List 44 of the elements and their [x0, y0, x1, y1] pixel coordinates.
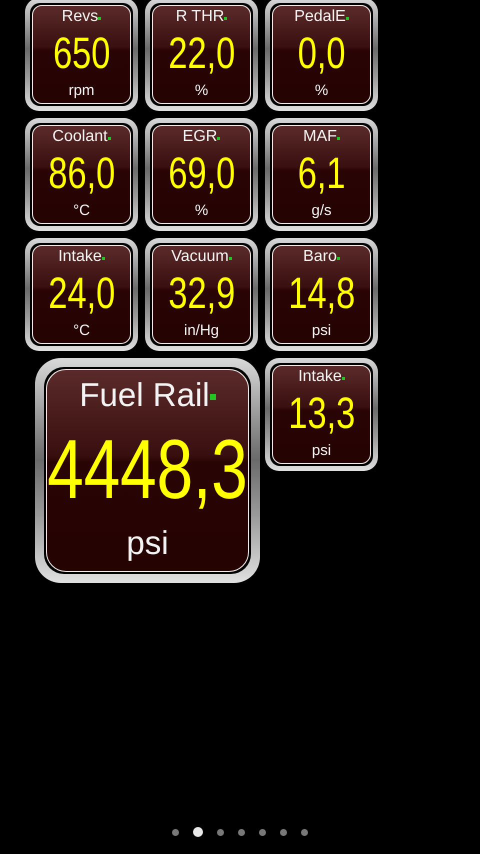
gauge-tile[interactable]: Intake 13,3 psi [265, 358, 378, 471]
gauge-value: 24,0 [48, 272, 115, 316]
gauge-value: 0,0 [298, 32, 346, 76]
gauge-label: Intake [58, 249, 102, 265]
gauge-value: 14,8 [288, 272, 355, 316]
gauge-value: 4448,3 [47, 426, 248, 510]
gauge-label: R THR [176, 9, 224, 25]
gauge-tile[interactable]: Baro 14,8 psi [265, 238, 378, 351]
gauge-unit: psi [312, 323, 332, 338]
gauge-value: 13,3 [288, 392, 355, 436]
gauge-unit: rpm [68, 83, 94, 98]
gauge-value: 6,1 [298, 152, 346, 196]
gauge-unit: % [194, 83, 208, 98]
gauge-label: Vacuum [171, 249, 229, 265]
gauge-tile[interactable]: Coolant 86,0 °C [25, 118, 138, 231]
gauge-tile[interactable]: MAF 6,1 g/s [265, 118, 378, 231]
gauge-unit: psi [126, 526, 169, 559]
gauge-unit: psi [312, 443, 332, 458]
gauge-value: 69,0 [168, 152, 235, 196]
gauge-tile[interactable]: Vacuum 32,9 in/Hg [145, 238, 258, 351]
gauge-label: MAF [303, 129, 337, 145]
gauge-unit: °C [73, 323, 90, 338]
gauge-value: 22,0 [168, 32, 235, 76]
gauge-value: 86,0 [48, 152, 115, 196]
gauge-value: 32,9 [168, 272, 235, 316]
gauge-tile[interactable]: Intake 24,0 °C [25, 238, 138, 351]
gauge-label: PedalE [294, 9, 346, 25]
gauge-tile[interactable]: Revs 650 rpm [25, 0, 138, 111]
gauge-label: Revs [62, 9, 98, 25]
gauge-tile[interactable]: EGR 69,0 % [145, 118, 258, 231]
gauge-tile[interactable]: R THR 22,0 % [145, 0, 258, 111]
gauge-tile[interactable]: Fuel Rail 4448,3 psi [35, 358, 260, 583]
gauge-unit: °C [73, 203, 90, 218]
gauge-tile[interactable]: PedalE 0,0 % [265, 0, 378, 111]
gauge-unit: in/Hg [184, 323, 220, 338]
gauge-value: 650 [52, 32, 110, 76]
gauge-label: EGR [182, 129, 218, 145]
gauge-label: Coolant [52, 129, 108, 145]
gauge-unit: % [314, 83, 328, 98]
gauge-label: Fuel Rail [79, 378, 210, 411]
gauge-unit: % [194, 203, 208, 218]
gauge-label: Baro [303, 249, 337, 265]
gauge-label: Intake [298, 369, 342, 385]
gauge-unit: g/s [311, 203, 332, 218]
